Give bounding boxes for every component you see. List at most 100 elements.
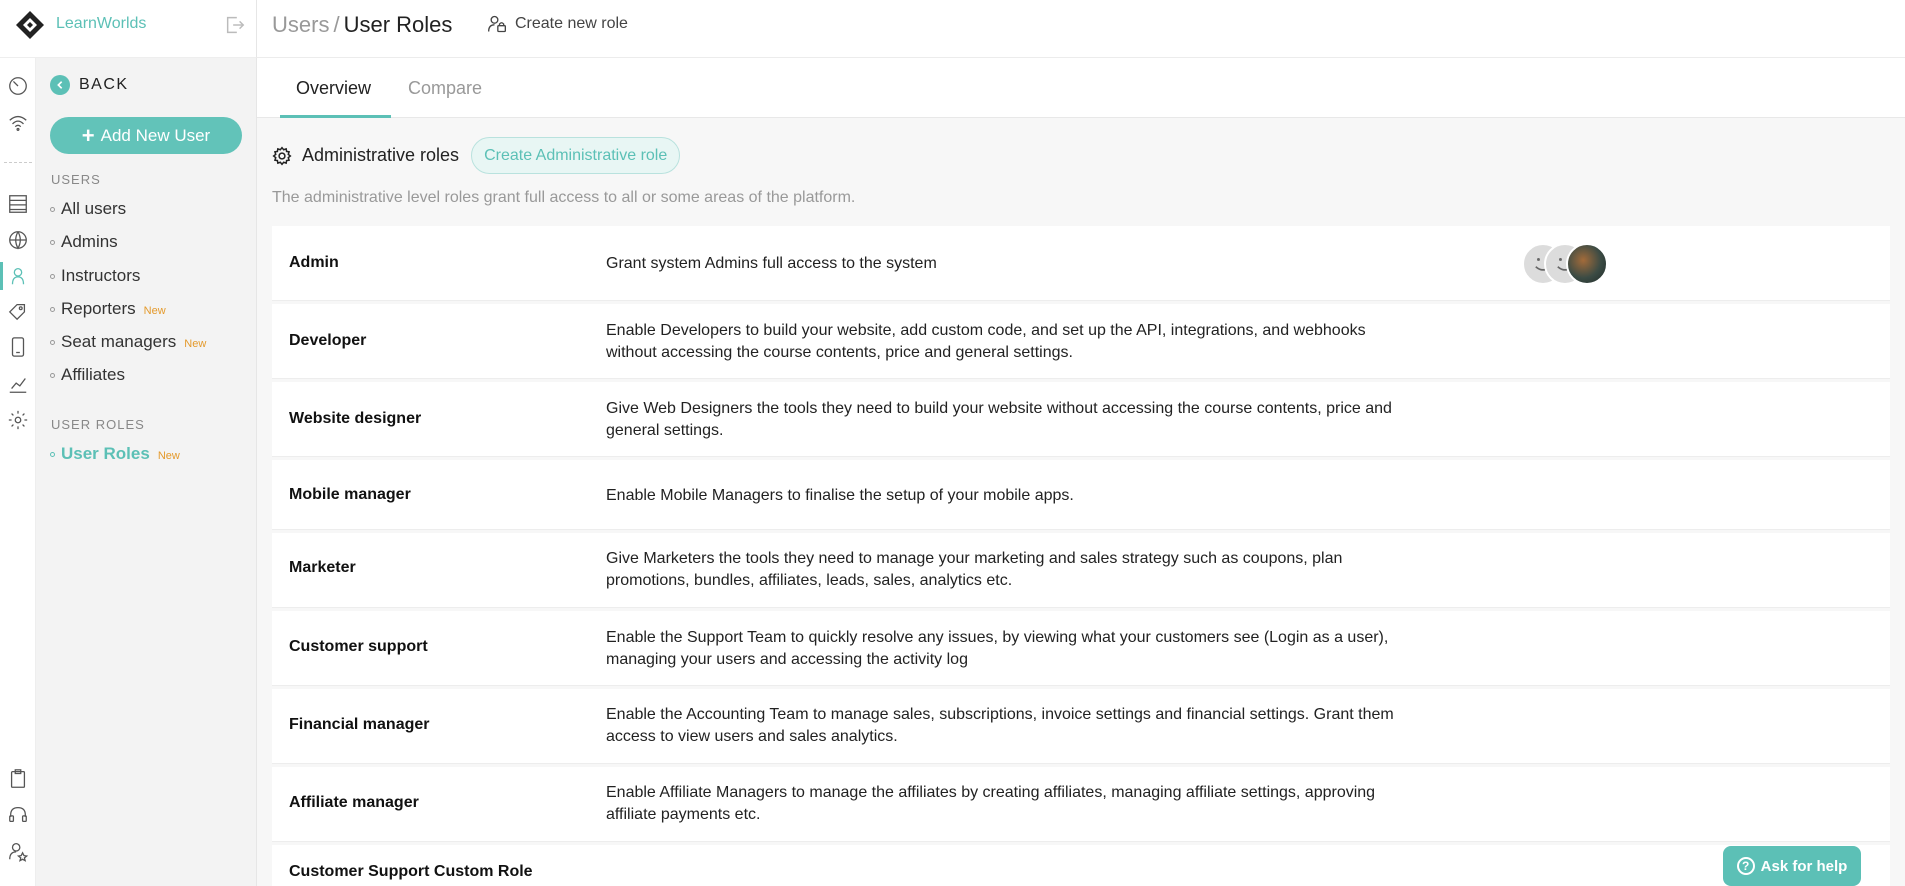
sidebar-item-label: Affiliates xyxy=(61,365,125,384)
sidebar-item-label: All users xyxy=(61,199,127,218)
top-bar: Users / User Roles Create new role xyxy=(257,0,1905,58)
create-new-role-button[interactable]: Create new role xyxy=(487,14,628,34)
sidebar-item-user-roles[interactable]: User Roles New xyxy=(50,444,180,464)
sidebar-item-label: User Roles xyxy=(61,444,150,463)
back-button[interactable]: BACK xyxy=(50,75,129,95)
role-description: Enable Affiliate Managers to manage the … xyxy=(606,784,1376,823)
role-row-admin[interactable]: Admin Grant system Admins full access to… xyxy=(272,226,1890,301)
breadcrumb: Users / User Roles xyxy=(272,12,452,38)
role-description: Enable the Accounting Team to manage sal… xyxy=(606,706,1394,745)
role-row-marketer[interactable]: Marketer Give Marketers the tools they n… xyxy=(272,533,1890,608)
sidebar-item-seat-managers[interactable]: Seat managers New xyxy=(50,332,206,352)
sidebar-item-admins[interactable]: Admins xyxy=(50,232,118,252)
users-section-title: USERS xyxy=(51,172,101,187)
analytics-icon[interactable] xyxy=(7,373,29,395)
role-row-affiliate-manager[interactable]: Affiliate manager Enable Affiliate Manag… xyxy=(272,767,1890,842)
bullet-icon xyxy=(50,239,55,245)
role-name: Mobile manager xyxy=(289,486,411,503)
bullet-icon xyxy=(50,306,55,312)
role-name: Affiliate manager xyxy=(289,794,419,811)
role-description: Enable Developers to build your website,… xyxy=(606,322,1366,361)
tab-compare[interactable]: Compare xyxy=(408,78,482,99)
new-badge: New xyxy=(157,449,180,462)
bullet-icon xyxy=(50,339,55,345)
role-description: Give Marketers the tools they need to ma… xyxy=(606,550,1343,589)
breadcrumb-separator: / xyxy=(333,12,340,37)
role-name: Customer Support Custom Role xyxy=(289,863,533,880)
page-title: User Roles xyxy=(343,12,453,37)
user-roles-section-title: USER ROLES xyxy=(51,417,145,432)
role-row-website-designer[interactable]: Website designer Give Web Designers the … xyxy=(272,382,1890,457)
create-new-role-label: Create new role xyxy=(515,15,628,32)
role-description: Grant system Admins full access to the s… xyxy=(606,255,937,272)
tab-active-underline xyxy=(280,115,391,118)
role-name: Developer xyxy=(289,332,367,349)
role-row-financial-manager[interactable]: Financial manager Enable the Accounting … xyxy=(272,689,1890,764)
bullet-icon xyxy=(50,273,55,279)
settings-gear-icon[interactable] xyxy=(7,409,29,431)
sidebar-item-all-users[interactable]: All users xyxy=(50,199,126,219)
role-name: Website designer xyxy=(289,410,422,427)
role-name: Customer support xyxy=(289,638,428,655)
user-lock-icon xyxy=(488,15,506,33)
icon-rail xyxy=(0,0,36,886)
create-administrative-role-button[interactable]: Create Administrative role xyxy=(471,137,681,174)
rail-divider xyxy=(4,162,32,163)
speedometer-icon[interactable] xyxy=(7,75,29,97)
tab-bar: Overview Compare xyxy=(257,58,1905,118)
role-row-customer-support-custom-role[interactable]: Customer Support Custom Role xyxy=(272,845,1890,886)
role-row-developer[interactable]: Developer Enable Developers to build you… xyxy=(272,304,1890,379)
sidebar-item-reporters[interactable]: Reporters New xyxy=(50,299,166,319)
chevron-left-icon xyxy=(50,75,70,95)
sidebar-item-label: Seat managers xyxy=(61,332,177,351)
mobile-icon[interactable] xyxy=(7,336,29,358)
administrative-roles-description: The administrative level roles grant ful… xyxy=(272,189,856,206)
role-row-mobile-manager[interactable]: Mobile manager Enable Mobile Managers to… xyxy=(272,460,1890,530)
clipboard-icon[interactable] xyxy=(7,768,29,790)
rail-active-indicator xyxy=(0,262,3,290)
ask-for-help-label: Ask for help xyxy=(1760,857,1848,875)
user-star-icon[interactable] xyxy=(7,840,29,862)
brand-name: LearnWorlds xyxy=(56,15,147,32)
role-row-customer-support[interactable]: Customer support Enable the Support Team… xyxy=(272,611,1890,686)
add-new-user-label: Add New User xyxy=(100,125,211,145)
breadcrumb-users-link[interactable]: Users xyxy=(272,12,329,37)
bullet-icon xyxy=(50,451,55,457)
role-name: Marketer xyxy=(289,559,356,576)
wifi-icon[interactable] xyxy=(7,112,29,134)
logout-icon[interactable] xyxy=(224,14,246,36)
sidebar-item-label: Instructors xyxy=(61,266,141,285)
add-new-user-button[interactable]: + Add New User xyxy=(50,117,242,154)
users-icon[interactable] xyxy=(7,265,29,287)
tag-icon[interactable] xyxy=(7,300,29,322)
headset-icon[interactable] xyxy=(7,804,29,826)
avatar xyxy=(1566,243,1608,285)
question-mark-icon: ? xyxy=(1736,857,1755,875)
administrative-roles-header: Administrative roles Create Administrati… xyxy=(272,137,681,174)
brand-bar: LearnWorlds xyxy=(0,0,257,58)
role-name: Financial manager xyxy=(289,716,430,733)
tab-overview[interactable]: Overview xyxy=(296,78,371,99)
sidebar-item-affiliates[interactable]: Affiliates xyxy=(50,365,125,385)
role-description: Give Web Designers the tools they need t… xyxy=(606,400,1392,439)
new-badge: New xyxy=(143,304,166,317)
sidebar-item-instructors[interactable]: Instructors xyxy=(50,266,140,286)
gear-icon xyxy=(272,145,292,166)
role-name: Admin xyxy=(289,254,339,271)
learnworlds-logo-icon[interactable] xyxy=(14,9,46,41)
sidebar: BACK + Add New User USERS All users Admi… xyxy=(36,58,257,886)
bullet-icon xyxy=(50,206,55,212)
pages-icon[interactable] xyxy=(7,193,29,215)
administrative-roles-title: Administrative roles xyxy=(302,145,460,165)
role-description: Enable Mobile Managers to finalise the s… xyxy=(606,487,1074,504)
globe-icon[interactable] xyxy=(7,229,29,251)
sidebar-item-label: Reporters xyxy=(61,299,136,318)
plus-icon: + xyxy=(81,122,95,148)
ask-for-help-button[interactable]: ? Ask for help xyxy=(1723,846,1861,886)
new-badge: New xyxy=(184,337,207,350)
back-label: BACK xyxy=(79,76,129,93)
bullet-icon xyxy=(50,372,55,378)
sidebar-item-label: Admins xyxy=(61,232,118,251)
avatar-group[interactable] xyxy=(1522,243,1612,285)
role-description: Enable the Support Team to quickly resol… xyxy=(606,629,1389,668)
